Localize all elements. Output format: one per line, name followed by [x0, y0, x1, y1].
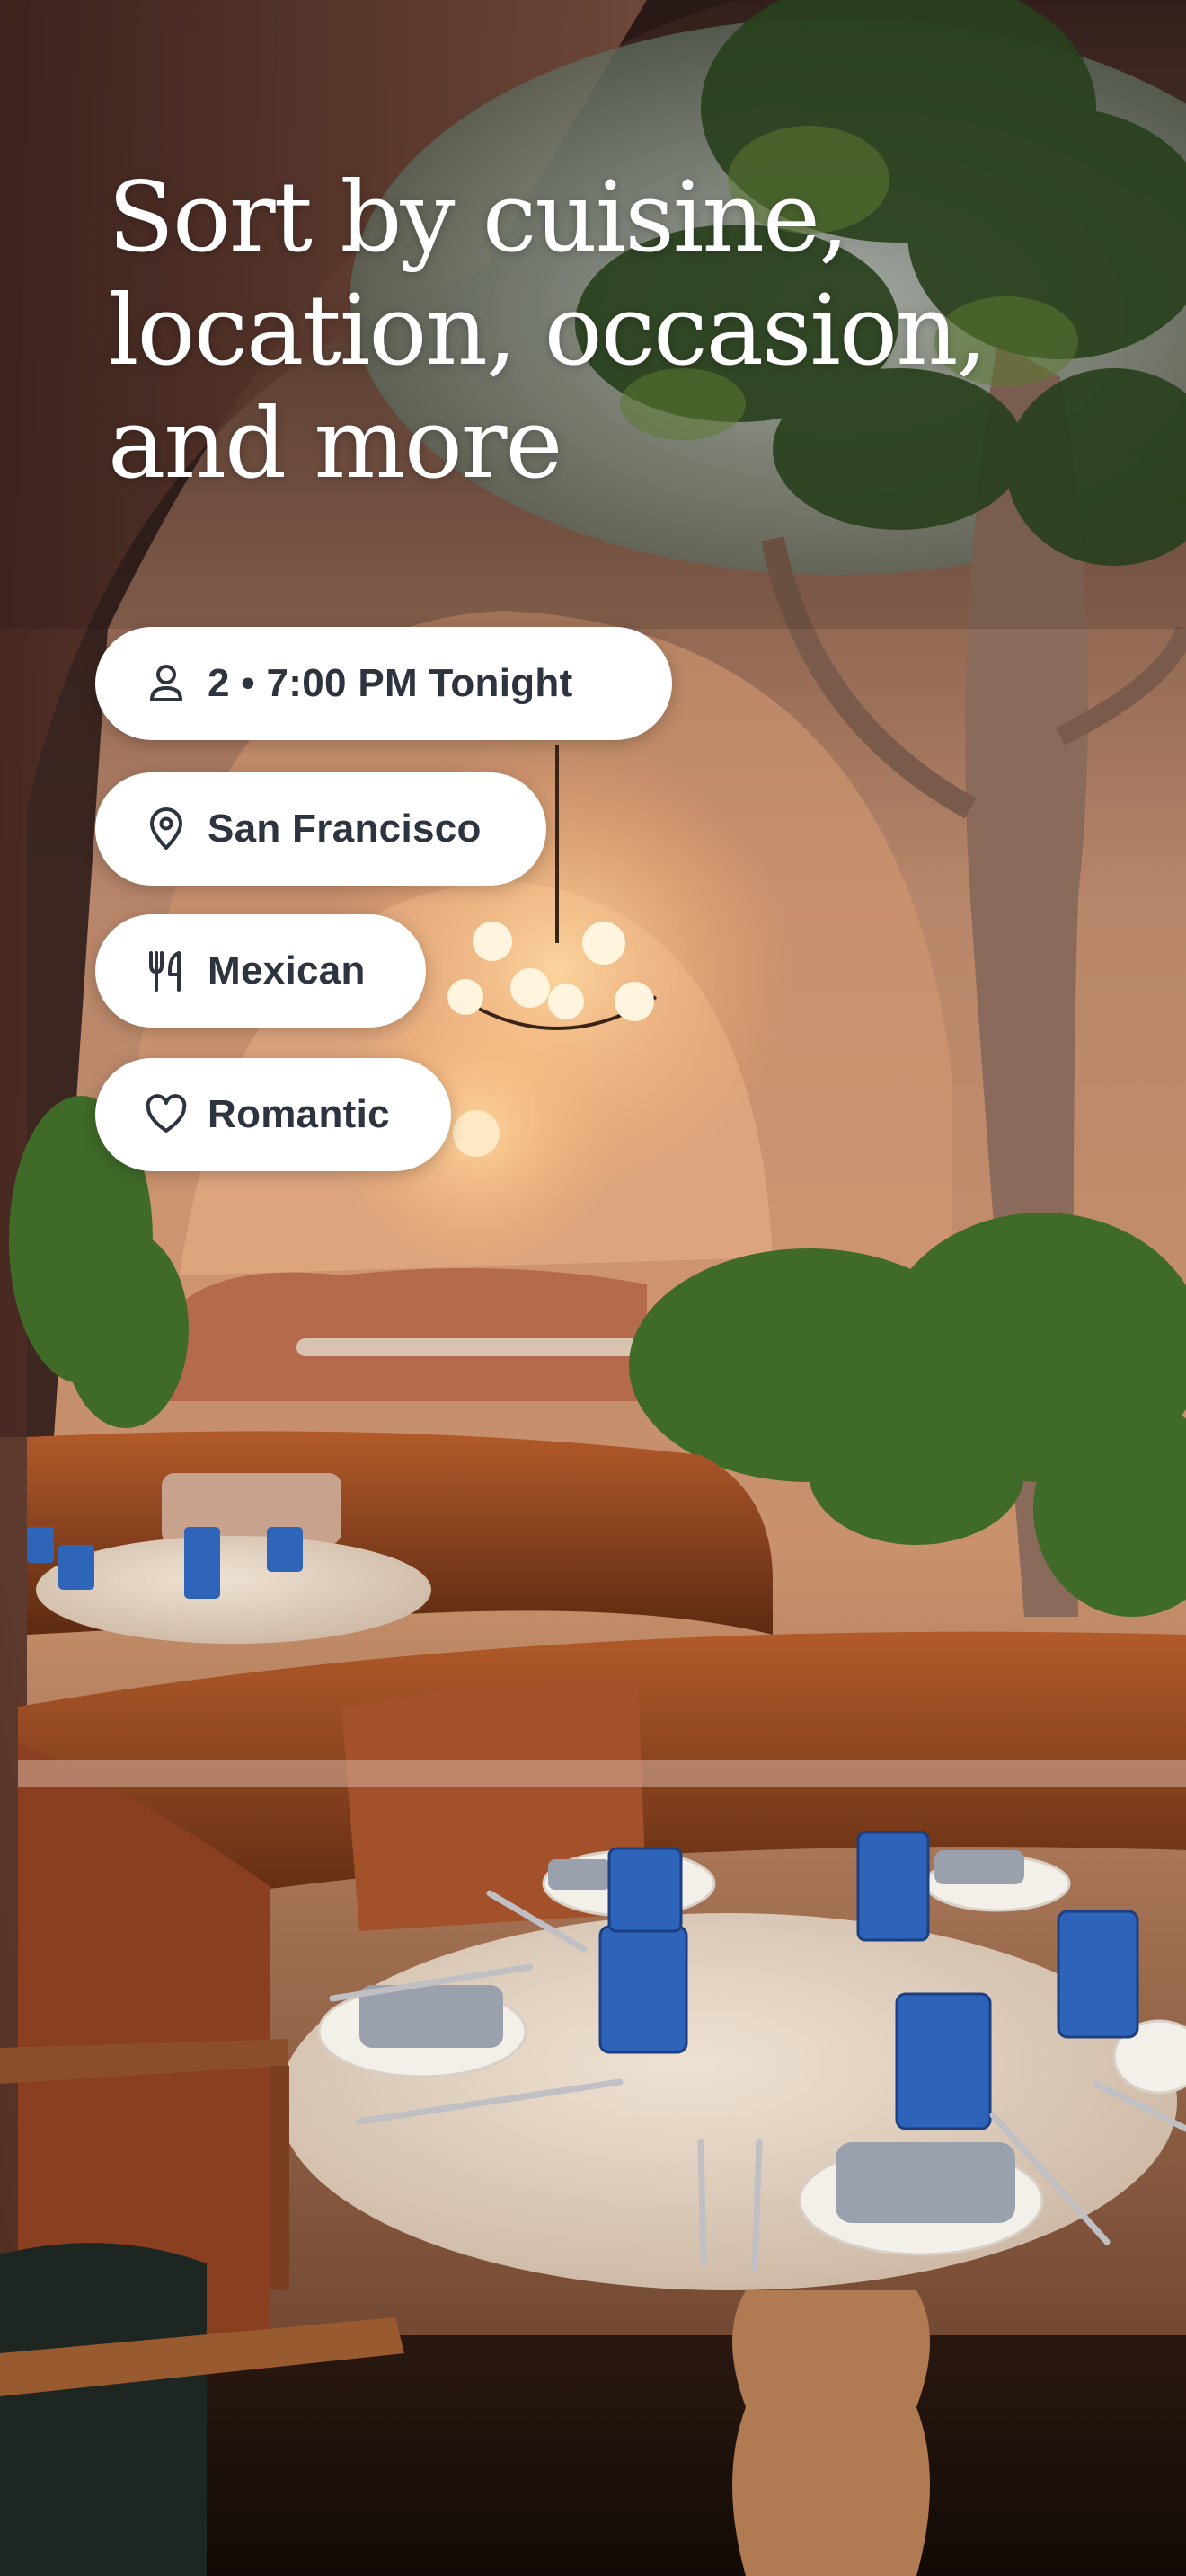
person-icon	[143, 660, 190, 707]
location-pin-icon	[143, 806, 190, 852]
headline-line-3: and more	[108, 388, 562, 500]
heart-icon	[143, 1091, 190, 1138]
cuisine-chip[interactable]: Mexican	[95, 914, 426, 1028]
party-size-time-label: 2 • 7:00 PM Tonight	[208, 661, 573, 705]
headline-line-2: location, occasion,	[108, 275, 987, 387]
cuisine-label: Mexican	[208, 948, 366, 992]
headline-line-1: Sort by cuisine,	[108, 162, 849, 274]
location-chip[interactable]: San Francisco	[95, 772, 546, 886]
headline: Sort by cuisine, location, occasion, and…	[108, 162, 1006, 501]
location-label: San Francisco	[208, 807, 482, 851]
party-size-time-chip[interactable]: 2 • 7:00 PM Tonight	[95, 627, 672, 740]
occasion-chip[interactable]: Romantic	[95, 1058, 451, 1171]
fork-knife-icon	[143, 948, 190, 994]
occasion-label: Romantic	[208, 1092, 390, 1136]
